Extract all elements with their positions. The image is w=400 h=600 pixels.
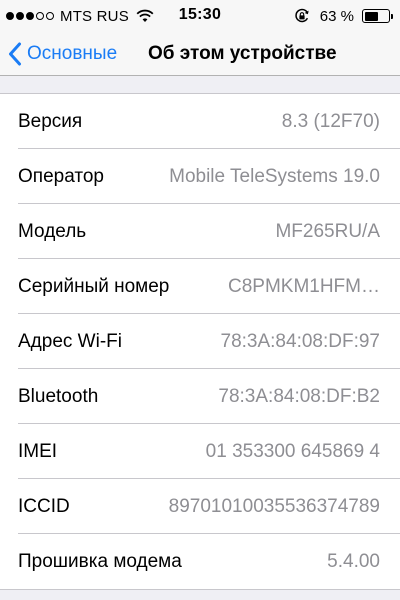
row-label: Версия [18,110,83,132]
battery-percent: 63 % [319,7,354,25]
row-iccid[interactable]: ICCID 89701010035536374789 [0,479,400,534]
row-serial-number[interactable]: Серийный номер C8PMKM1HFM… [0,259,400,314]
row-modem-firmware[interactable]: Прошивка модема 5.4.00 [0,534,400,589]
status-bar: MTS RUS 15:30 63 % [0,0,400,32]
row-value: 5.4.00 [327,550,380,572]
screen: MTS RUS 15:30 63 % Основные Об этом устр… [0,0,400,600]
row-label: Bluetooth [18,385,99,407]
content-scroll-area[interactable]: Версия 8.3 (12F70) Оператор Mobile TeleS… [0,77,400,600]
row-value: 78:3A:84:08:DF:B2 [218,385,380,407]
chevron-left-icon [9,42,21,66]
battery-icon [362,9,393,23]
row-label: Прошивка модема [18,550,182,572]
row-label: Адрес Wi-Fi [18,330,122,352]
status-right: 63 % [294,6,393,26]
row-label: IMEI [18,440,58,462]
row-label: Модель [18,220,87,242]
page-title: Об этом устройстве [148,43,337,64]
battery-level-fill [364,11,379,21]
rotation-lock-icon [295,8,309,23]
navigation-bar: Основные Об этом устройстве [0,32,400,76]
row-value: 78:3A:84:08:DF:97 [220,330,381,352]
battery-tip [390,13,393,19]
row-value: 01 353300 645869 4 [205,440,380,462]
row-value: Mobile TeleSystems 19.0 [169,165,380,187]
row-version[interactable]: Версия 8.3 (12F70) [0,94,400,149]
row-value: C8PMKM1HFM… [227,275,380,297]
back-button-label: Основные [27,43,118,64]
back-button[interactable]: Основные [8,32,117,76]
row-bluetooth[interactable]: Bluetooth 78:3A:84:08:DF:B2 [0,369,400,424]
row-model[interactable]: Модель MF265RU/A [0,204,400,259]
row-carrier[interactable]: Оператор Mobile TeleSystems 19.0 [0,149,400,204]
row-imei[interactable]: IMEI 01 353300 645869 4 [0,424,400,479]
row-wifi-address[interactable]: Адрес Wi-Fi 78:3A:84:08:DF:97 [0,314,400,369]
about-info-list: Версия 8.3 (12F70) Оператор Mobile TeleS… [0,93,400,590]
row-label: Оператор [18,165,104,187]
row-label: ICCID [18,495,70,517]
row-value: MF265RU/A [275,220,380,242]
row-value: 8.3 (12F70) [281,110,380,132]
row-value: 89701010035536374789 [168,495,380,517]
row-label: Серийный номер [18,275,170,297]
